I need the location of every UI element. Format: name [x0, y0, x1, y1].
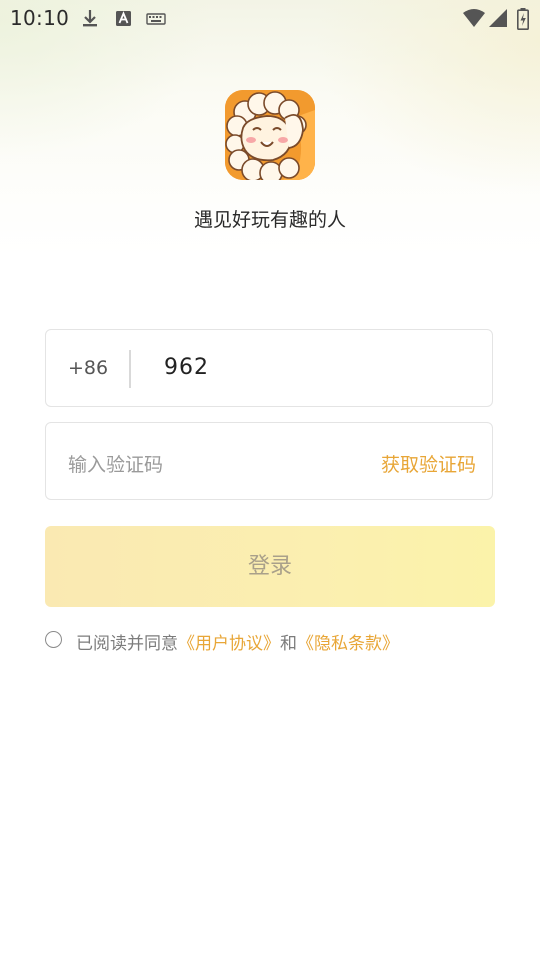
agreement-prefix: 已阅读并同意 — [76, 634, 178, 654]
agreement-and: 和 — [280, 634, 297, 654]
battery-charging-icon — [517, 8, 529, 30]
get-code-button[interactable]: 获取验证码 — [381, 450, 476, 477]
font-a-icon — [116, 11, 131, 26]
app-tagline: 遇见好玩有趣的人 — [193, 209, 346, 231]
phone-input[interactable]: 962 — [164, 355, 209, 380]
download-icon — [83, 10, 97, 27]
login-button[interactable]: 登录 — [45, 526, 495, 607]
verification-code-input[interactable]: 输入验证码 — [68, 450, 163, 477]
app-logo — [225, 90, 315, 180]
agreement-text: 已阅读并同意《用户协议》和《隐私条款》 — [76, 629, 399, 654]
country-code[interactable]: +86 — [68, 357, 108, 379]
status-bar: 10:10 — [0, 0, 540, 36]
verification-code-field[interactable]: 输入验证码 获取验证码 — [45, 422, 493, 500]
signal-icon — [489, 9, 507, 27]
sheep-mascot-icon — [225, 90, 315, 180]
phone-field[interactable]: +86 962 — [45, 329, 493, 407]
wifi-icon — [463, 9, 485, 27]
keyboard-icon — [146, 13, 166, 25]
user-agreement-link[interactable]: 《用户协议》 — [178, 634, 280, 654]
privacy-policy-link[interactable]: 《隐私条款》 — [297, 634, 399, 654]
status-time: 10:10 — [10, 6, 70, 30]
agreement-checkbox[interactable] — [45, 631, 62, 648]
field-divider — [129, 350, 131, 388]
